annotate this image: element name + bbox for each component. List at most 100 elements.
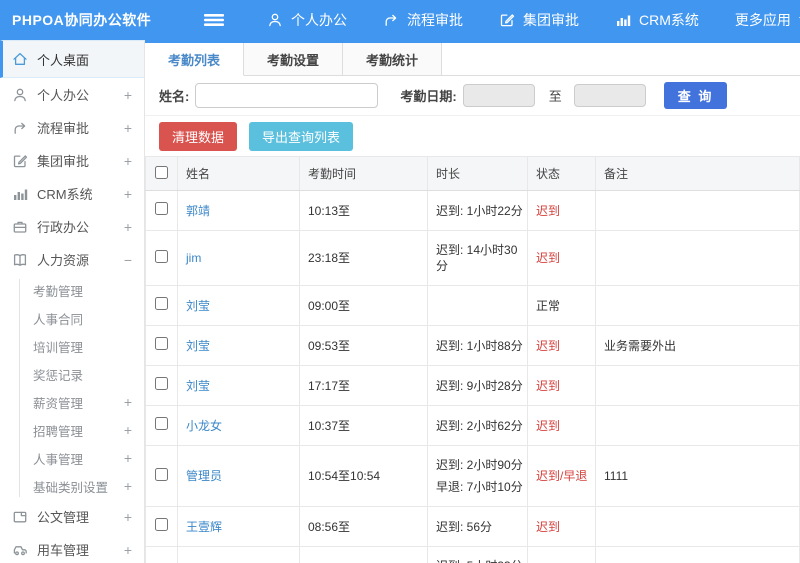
expand-plus-icon[interactable]: +: [124, 153, 132, 169]
sidebar-item-2[interactable]: 流程审批 +: [0, 111, 144, 144]
top-nav-item-1[interactable]: 流程审批: [383, 10, 463, 30]
sidebar-item-1[interactable]: 个人办公 +: [0, 78, 144, 111]
search-button[interactable]: 查 询: [663, 82, 728, 109]
sidebar-item-6[interactable]: 人力资源 −: [0, 243, 144, 276]
attendance-time-cell: 08:56至: [299, 506, 428, 547]
date-to-label: 至: [548, 89, 562, 104]
sidebar-item-8[interactable]: 用车管理 +: [0, 533, 144, 563]
sidebar-item-5[interactable]: 行政办公 +: [0, 210, 144, 243]
employee-name-link[interactable]: 王壹辉: [186, 520, 222, 534]
employee-name-link[interactable]: jim: [186, 251, 201, 265]
date-to-input[interactable]: [573, 84, 646, 107]
expand-plus-icon[interactable]: +: [124, 186, 132, 202]
top-nav-item-2[interactable]: 集团审批: [499, 10, 579, 30]
employee-name-link[interactable]: 刘莹: [186, 379, 210, 393]
date-from-input[interactable]: [462, 84, 535, 107]
sidebar-item-3[interactable]: 集团审批 +: [0, 144, 144, 177]
attendance-time-cell: 09:53至: [299, 325, 428, 366]
row-checkbox[interactable]: [155, 467, 168, 481]
tab-1[interactable]: 考勤设置: [244, 43, 344, 76]
sidebar-item-7[interactable]: 公文管理 +: [0, 500, 144, 533]
top-nav-label: CRM系统: [639, 12, 699, 28]
duration-line: 迟到: 14小时30分: [436, 243, 518, 273]
attendance-time-cell: 10:13至: [299, 190, 428, 231]
sidebar-subitem-6[interactable]: 人事管理 +: [0, 444, 144, 472]
top-nav-item-3[interactable]: CRM系统: [615, 10, 699, 30]
top-nav: 个人办公 流程审批 集团审批 CRM系统 更多应用: [267, 10, 800, 30]
select-all-checkbox[interactable]: [155, 165, 168, 179]
duration-line: 迟到: 9小时28分: [436, 378, 523, 393]
employee-name-link[interactable]: 郭靖: [186, 204, 210, 218]
export-list-button[interactable]: 导出查询列表: [249, 121, 354, 151]
name-cell: 刘莹: [177, 365, 300, 406]
status-cell: 迟到: [527, 405, 596, 446]
row-checkbox-cell: [145, 405, 178, 446]
tab-2[interactable]: 考勤统计: [343, 43, 443, 76]
row-checkbox[interactable]: [155, 377, 168, 390]
hamburger-menu-icon: [203, 12, 225, 28]
sidebar-subitem-1[interactable]: 人事合同: [0, 304, 144, 332]
row-checkbox[interactable]: [155, 202, 168, 215]
row-checkbox[interactable]: [155, 417, 168, 430]
sidebar-submenu: 考勤管理 人事合同 培训管理 奖惩记录 薪资管理 + 招聘管理 + 人事管理 + 基础类别设置 +: [0, 276, 144, 500]
sidebar-item-0[interactable]: 个人桌面: [0, 40, 144, 78]
employee-name-link[interactable]: 管理员: [186, 469, 222, 483]
duration-cell: [427, 285, 528, 326]
collapse-minus-icon[interactable]: −: [124, 252, 132, 268]
row-checkbox[interactable]: [155, 249, 168, 263]
note-cell: [595, 365, 800, 406]
employee-name-link[interactable]: 刘莹: [186, 299, 210, 313]
top-nav-label: 集团审批: [523, 12, 579, 28]
workflow-icon: [383, 12, 399, 28]
top-nav-label: 个人办公: [291, 12, 347, 28]
expand-plus-icon[interactable]: +: [124, 219, 132, 235]
expand-plus-icon[interactable]: +: [124, 509, 132, 525]
row-checkbox[interactable]: [155, 337, 168, 350]
name-filter-input[interactable]: [195, 83, 379, 108]
expand-plus-icon[interactable]: +: [124, 394, 132, 410]
sidebar-item-label: 行政办公: [37, 220, 90, 235]
table-row: jim 23:18至 迟到: 14小时30分 迟到: [145, 230, 800, 286]
column-header-3: 状态: [527, 156, 596, 191]
employee-name-link[interactable]: 刘莹: [186, 339, 210, 353]
expand-plus-icon[interactable]: +: [124, 422, 132, 438]
tab-bar: 考勤列表 考勤设置 考勤统计: [145, 43, 800, 76]
sidebar-subitem-0[interactable]: 考勤管理: [0, 276, 144, 304]
row-checkbox[interactable]: [155, 518, 168, 531]
name-cell: 郭靖: [177, 190, 300, 231]
expand-plus-icon[interactable]: +: [124, 450, 132, 466]
note-cell: 1111: [595, 445, 800, 507]
name-cell: 小龙女: [177, 405, 300, 446]
expand-plus-icon[interactable]: +: [124, 87, 132, 103]
top-nav-item-4[interactable]: 更多应用: [735, 10, 800, 30]
attendance-time-cell: 10:54至10:54: [299, 445, 428, 507]
clean-data-button[interactable]: 清理数据: [159, 121, 238, 151]
sidebar-subitem-4[interactable]: 薪资管理 +: [0, 388, 144, 416]
sidebar-subitem-2[interactable]: 培训管理: [0, 332, 144, 360]
sidebar-item-label: CRM系统: [37, 187, 93, 202]
edit-icon: [499, 12, 515, 28]
row-checkbox[interactable]: [155, 297, 168, 310]
expand-plus-icon[interactable]: +: [124, 120, 132, 136]
top-nav-item-0[interactable]: 个人办公: [267, 10, 347, 30]
employee-name-link[interactable]: 小龙女: [186, 419, 222, 433]
table-header: 姓名 考勤时间 时长 状态 备注: [145, 156, 800, 191]
menu-toggle-button[interactable]: [203, 12, 225, 28]
sidebar-subitem-7[interactable]: 基础类别设置 +: [0, 472, 144, 500]
duration-cell: 迟到: 14小时30分: [427, 230, 528, 286]
note-cell: [595, 230, 800, 286]
sidebar-subitem-3[interactable]: 奖惩记录: [0, 360, 144, 388]
sidebar-subitem-5[interactable]: 招聘管理 +: [0, 416, 144, 444]
book-icon: [12, 252, 28, 268]
expand-plus-icon[interactable]: +: [124, 542, 132, 558]
sidebar-item-4[interactable]: CRM系统 +: [0, 177, 144, 210]
duration-line: 迟到: 1小时22分: [436, 203, 523, 218]
tab-0[interactable]: 考勤列表: [145, 43, 245, 76]
sidebar-item-label: 流程审批: [37, 121, 90, 136]
sidebar-subitem-label: 招聘管理: [33, 424, 84, 439]
chart-icon: [615, 12, 631, 28]
sidebar-subitem-label: 奖惩记录: [33, 368, 84, 383]
user-icon: [267, 12, 283, 28]
duration-cell: 迟到: 2小时90分 早退: 7小时10分: [427, 445, 528, 507]
expand-plus-icon[interactable]: +: [124, 478, 132, 494]
